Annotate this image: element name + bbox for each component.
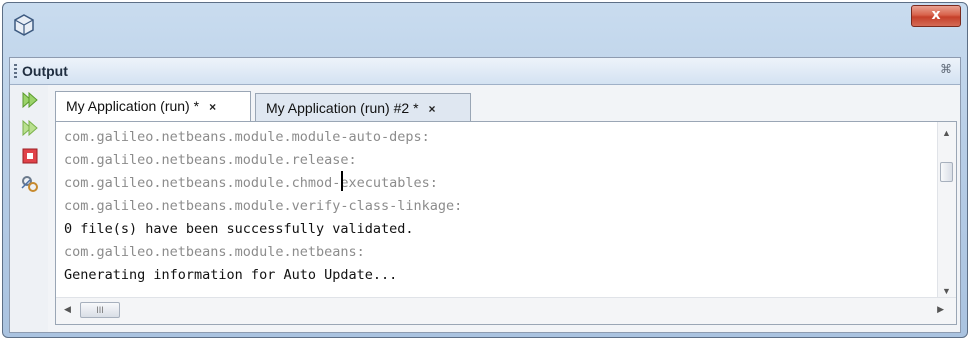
tab-close-icon[interactable]: × bbox=[429, 102, 436, 116]
panel-header: Output ⌘ bbox=[10, 58, 960, 85]
settings-icon[interactable] bbox=[19, 173, 41, 195]
panel-close-icon[interactable]: ⌘ bbox=[940, 62, 952, 76]
output-lines: com.galileo.netbeans.module.module-auto-… bbox=[64, 126, 924, 287]
tab-label: My Application (run) * bbox=[66, 98, 200, 114]
text-caret bbox=[341, 171, 343, 191]
output-line: 0 file(s) have been successfully validat… bbox=[64, 221, 414, 237]
stop-icon[interactable] bbox=[19, 145, 41, 167]
output-toolbar bbox=[10, 85, 48, 332]
tab-my-application-run-2[interactable]: My Application (run) #2 * × bbox=[255, 93, 471, 123]
horizontal-scroll-thumb[interactable]: III bbox=[80, 302, 120, 318]
rerun-with-args-icon[interactable] bbox=[19, 117, 41, 139]
tab-close-icon[interactable]: × bbox=[209, 100, 216, 114]
scroll-down-icon[interactable]: ▼ bbox=[942, 286, 951, 296]
output-line: com.galileo.netbeans.module.chmod-execut… bbox=[64, 175, 438, 191]
title-bar[interactable]: x bbox=[3, 3, 967, 47]
window-close-button[interactable]: x bbox=[911, 5, 961, 27]
vertical-scroll-thumb[interactable] bbox=[940, 162, 953, 182]
scroll-up-icon[interactable]: ▲ bbox=[942, 128, 951, 138]
tab-my-application-run[interactable]: My Application (run) * × bbox=[55, 91, 251, 122]
tab-label: My Application (run) #2 * bbox=[266, 100, 419, 116]
output-tabs: My Application (run) * × My Application (… bbox=[55, 91, 955, 123]
output-line: com.galileo.netbeans.module.netbeans: bbox=[64, 244, 365, 260]
scroll-right-icon[interactable]: ▶ bbox=[937, 304, 944, 315]
drag-grip-icon[interactable] bbox=[14, 64, 17, 78]
output-line: com.galileo.netbeans.module.release: bbox=[64, 152, 357, 168]
vertical-scrollbar[interactable]: ▲ ▼ bbox=[937, 122, 956, 298]
horizontal-scrollbar[interactable]: ◀ III ▶ bbox=[56, 297, 956, 324]
scroll-left-icon[interactable]: ◀ bbox=[64, 304, 71, 315]
output-window: x Output ⌘ My Application (run) * × My A… bbox=[2, 2, 968, 338]
output-line: Generating information for Auto Update..… bbox=[64, 267, 398, 283]
output-line: com.galileo.netbeans.module.module-auto-… bbox=[64, 129, 430, 145]
output-line: com.galileo.netbeans.module.verify-class… bbox=[64, 198, 463, 214]
rerun-icon[interactable] bbox=[19, 89, 41, 111]
netbeans-cube-icon bbox=[14, 14, 34, 36]
output-text-area[interactable]: com.galileo.netbeans.module.module-auto-… bbox=[55, 121, 957, 325]
panel-title: Output bbox=[22, 63, 68, 79]
